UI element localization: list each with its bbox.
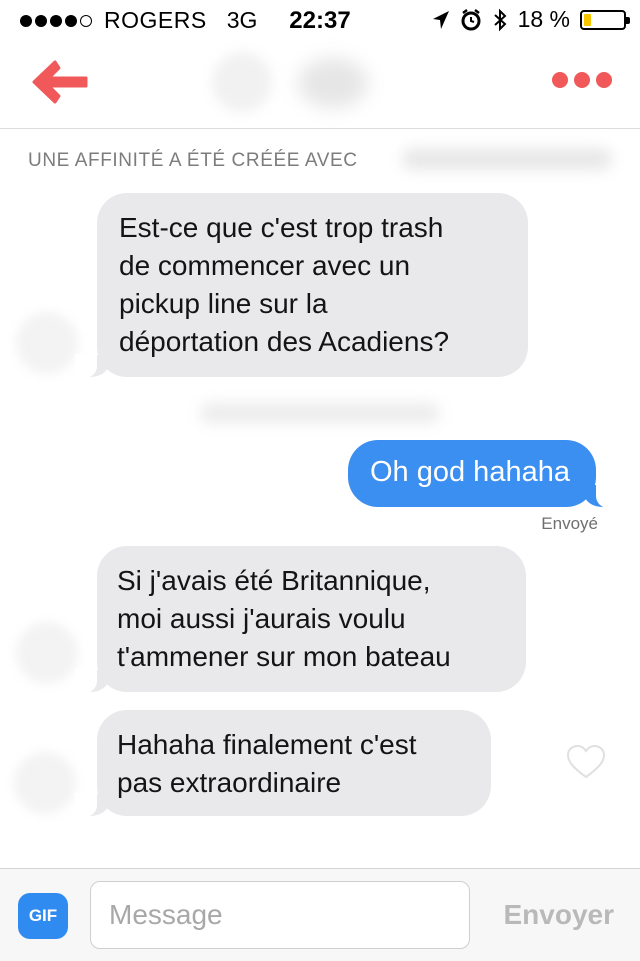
back-button[interactable]: [30, 58, 92, 106]
alarm-clock-icon: [461, 8, 481, 30]
location-arrow-icon: [432, 10, 449, 29]
status-right: 18 %: [432, 6, 630, 33]
received-message: Hahaha finalement c'est pas extraordinai…: [75, 710, 491, 817]
received-message: Si j'avais été Britannique, moi aussi j'…: [75, 546, 526, 693]
message-composer: GIF Envoyer: [0, 868, 640, 961]
match-created-label: UNE AFFINITÉ A ÉTÉ CRÉÉE AVEC: [28, 150, 358, 171]
match-date: [402, 148, 612, 170]
chat-header: [0, 40, 640, 129]
battery-percentage: 18 %: [517, 6, 570, 32]
match-avatar[interactable]: [212, 52, 272, 112]
battery-icon: [580, 9, 630, 30]
arrow-left-icon: [32, 60, 88, 104]
more-options-button[interactable]: [552, 72, 612, 88]
timestamp-divider: [200, 403, 440, 423]
gif-button[interactable]: GIF: [18, 893, 68, 939]
match-name: [298, 58, 368, 108]
sender-avatar[interactable]: [14, 752, 76, 814]
like-message-button[interactable]: [566, 744, 606, 780]
sent-message: Oh god hahaha: [348, 440, 618, 508]
bluetooth-icon: [493, 8, 507, 31]
message-input[interactable]: [90, 881, 470, 949]
sender-avatar[interactable]: [16, 312, 78, 374]
send-button[interactable]: Envoyer: [504, 899, 615, 931]
received-message: Est-ce que c'est trop trash de commencer…: [75, 193, 528, 378]
heart-icon: [566, 744, 606, 779]
more-dots-icon: [552, 72, 568, 88]
sender-avatar[interactable]: [16, 622, 78, 684]
status-bar: ROGERS 3G 22:37 18 %: [0, 0, 640, 40]
sent-status: Envoyé: [541, 514, 598, 533]
